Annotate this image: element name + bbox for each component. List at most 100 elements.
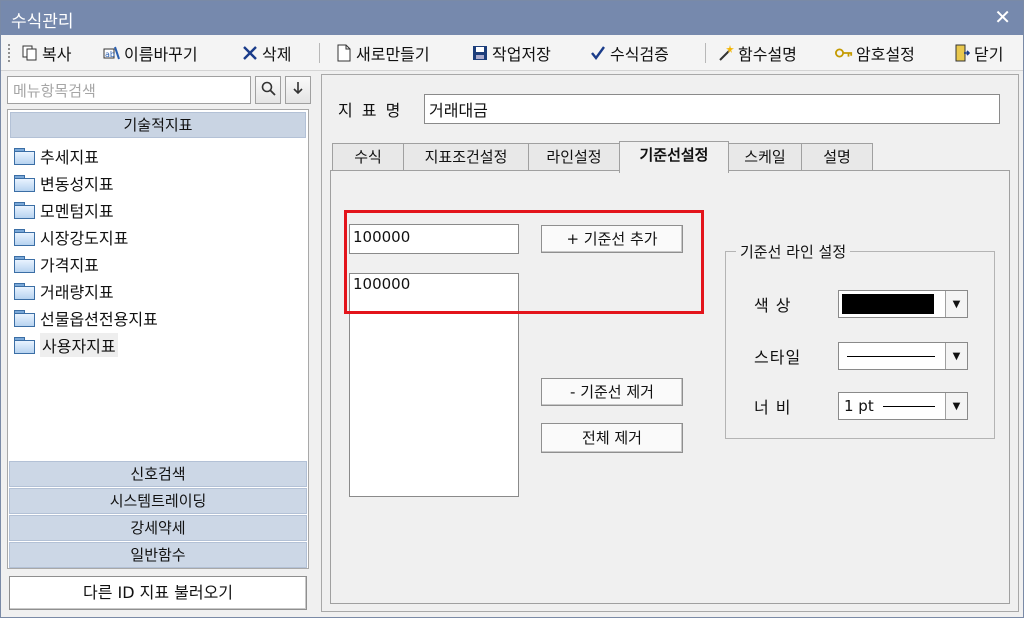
baseline-line-settings-group: 기준선 라인 설정 색 상 ▼ 스타일 ▼ 너 비 1 pt ▼ — [725, 241, 995, 439]
tree-item[interactable]: 시장강도지표 — [14, 223, 304, 250]
tree-item-label: 변동성지표 — [40, 174, 114, 194]
close-button[interactable]: 닫기 — [953, 41, 1003, 65]
password-label: 암호설정 — [856, 45, 915, 64]
delete-label: 삭제 — [262, 45, 292, 64]
copy-label: 복사 — [42, 45, 72, 64]
delete-button[interactable]: 삭제 — [241, 41, 291, 65]
tree-item-label: 사용자지표 — [40, 332, 118, 357]
window-title: 수식관리 — [11, 12, 74, 32]
indicator-name-input[interactable]: 거래대금 — [424, 94, 1000, 124]
new-button[interactable]: 새로만들기 — [335, 41, 430, 65]
group-header-bull-bear[interactable]: 강세약세 — [9, 515, 307, 541]
tree-item[interactable]: 거래량지표 — [14, 277, 304, 304]
tree-item-label: 거래량지표 — [40, 282, 114, 302]
group-header-system-trading[interactable]: 시스템트레이딩 — [9, 488, 307, 514]
width-line-preview — [883, 406, 935, 407]
tree-item[interactable]: 모멘텀지표 — [14, 196, 304, 223]
tree-item[interactable]: 선물옵션전용지표 — [14, 304, 304, 331]
close-label: 닫기 — [974, 45, 1004, 64]
color-label: 색 상 — [754, 296, 792, 315]
open-folder-icon — [14, 336, 35, 354]
folder-icon — [14, 309, 35, 327]
group-header-signal-search[interactable]: 신호검색 — [9, 461, 307, 487]
chevron-down-icon[interactable]: ▼ — [945, 393, 967, 419]
check-icon — [589, 44, 607, 62]
toolbar-grip[interactable] — [7, 43, 11, 63]
tree-item[interactable]: 추세지표 — [14, 142, 304, 169]
add-baseline-button[interactable]: + 기준선 추가 — [541, 225, 683, 253]
folder-icon — [14, 228, 35, 246]
folder-icon — [14, 282, 35, 300]
chevron-down-icon[interactable]: ▼ — [945, 343, 967, 369]
group-title: 기준선 라인 설정 — [736, 241, 851, 262]
search-button[interactable] — [255, 76, 281, 104]
password-button[interactable]: 암호설정 — [835, 41, 915, 65]
close-icon[interactable]: ✕ — [994, 5, 1011, 29]
function-help-button[interactable]: 함수설명 — [717, 41, 797, 65]
copy-button[interactable]: 복사 — [21, 41, 71, 65]
remove-baseline-button[interactable]: - 기준선 제거 — [541, 378, 683, 406]
new-document-icon — [335, 44, 353, 62]
rename-icon: ab — [103, 44, 121, 62]
tree-item-label: 추세지표 — [40, 147, 99, 167]
svg-text:ab: ab — [105, 50, 115, 59]
save-label: 작업저장 — [492, 45, 551, 64]
style-select[interactable]: ▼ — [838, 342, 968, 370]
tree-item-label: 가격지표 — [40, 255, 99, 275]
toolbar: 복사 ab 이름바꾸기 삭제 새로만들기 작업저장 수식검증 함수설명 암호설정… — [1, 35, 1023, 71]
rename-button[interactable]: ab 이름바꾸기 — [103, 41, 198, 65]
function-help-label: 함수설명 — [738, 45, 797, 64]
width-select[interactable]: 1 pt ▼ — [838, 392, 968, 420]
style-label: 스타일 — [754, 348, 802, 367]
chevron-down-icon[interactable]: ▼ — [945, 291, 967, 317]
baseline-list[interactable]: 100000 — [349, 273, 519, 497]
arrow-down-icon — [292, 81, 304, 99]
tab-description[interactable]: 설명 — [801, 143, 873, 171]
list-item[interactable]: 100000 — [350, 274, 518, 294]
search-icon — [261, 81, 276, 100]
main-pane: 지 표 명 거래대금 수식 지표조건설정 라인설정 기준선설정 스케일 설명 1… — [321, 74, 1019, 612]
tree-item-label: 시장강도지표 — [40, 228, 129, 248]
tab-indicator-condition[interactable]: 지표조건설정 — [403, 143, 529, 171]
width-label: 너 비 — [754, 398, 792, 417]
rename-label: 이름바꾸기 — [124, 45, 198, 64]
color-select[interactable]: ▼ — [838, 290, 968, 318]
indicator-name-label: 지 표 명 — [338, 101, 403, 120]
group-header-general-functions[interactable]: 일반함수 — [9, 542, 307, 568]
magic-wand-icon — [717, 44, 735, 62]
title-bar: 수식관리 ✕ — [1, 1, 1023, 35]
tab-line-settings[interactable]: 라인설정 — [528, 143, 620, 171]
verify-label: 수식검증 — [610, 45, 669, 64]
tab-scale[interactable]: 스케일 — [728, 143, 802, 171]
clear-all-button[interactable]: 전체 제거 — [541, 423, 683, 453]
tree-item-selected[interactable]: 사용자지표 — [14, 331, 304, 358]
save-button[interactable]: 작업저장 — [471, 41, 551, 65]
folder-icon — [14, 174, 35, 192]
copy-icon — [21, 44, 39, 62]
color-swatch — [842, 294, 934, 314]
baseline-value-input[interactable]: 100000 — [349, 224, 519, 254]
toolbar-separator — [705, 43, 706, 63]
group-header-technical[interactable]: 기술적지표 — [10, 112, 306, 138]
tree-item[interactable]: 가격지표 — [14, 250, 304, 277]
folder-icon — [14, 201, 35, 219]
formula-manager-window: 수식관리 ✕ 복사 ab 이름바꾸기 삭제 새로만들기 작업저장 수식검증 함수… — [0, 0, 1024, 618]
folder-icon — [14, 147, 35, 165]
exit-door-icon — [953, 44, 971, 62]
tree-item[interactable]: 변동성지표 — [14, 169, 304, 196]
menu-search-input[interactable]: 메뉴항목검색 — [7, 76, 251, 104]
solid-line-preview — [847, 356, 935, 357]
tab-formula[interactable]: 수식 — [332, 143, 404, 171]
indicator-tree: 추세지표 변동성지표 모멘텀지표 시장강도지표 가격지표 거래량지표 선물옵션전… — [14, 142, 304, 358]
delete-x-icon — [241, 44, 259, 62]
save-disk-icon — [471, 44, 489, 62]
tab-baseline-settings[interactable]: 기준선설정 — [619, 141, 729, 173]
key-icon — [835, 44, 853, 62]
verify-button[interactable]: 수식검증 — [589, 41, 669, 65]
baseline-settings-panel: 100000 + 기준선 추가 100000 - 기준선 제거 전체 제거 기준… — [330, 170, 1010, 604]
new-label: 새로만들기 — [356, 45, 430, 64]
sort-down-button[interactable] — [285, 76, 311, 104]
load-other-id-button[interactable]: 다른 ID 지표 불러오기 — [9, 576, 307, 610]
toolbar-separator — [319, 43, 320, 63]
folder-icon — [14, 255, 35, 273]
